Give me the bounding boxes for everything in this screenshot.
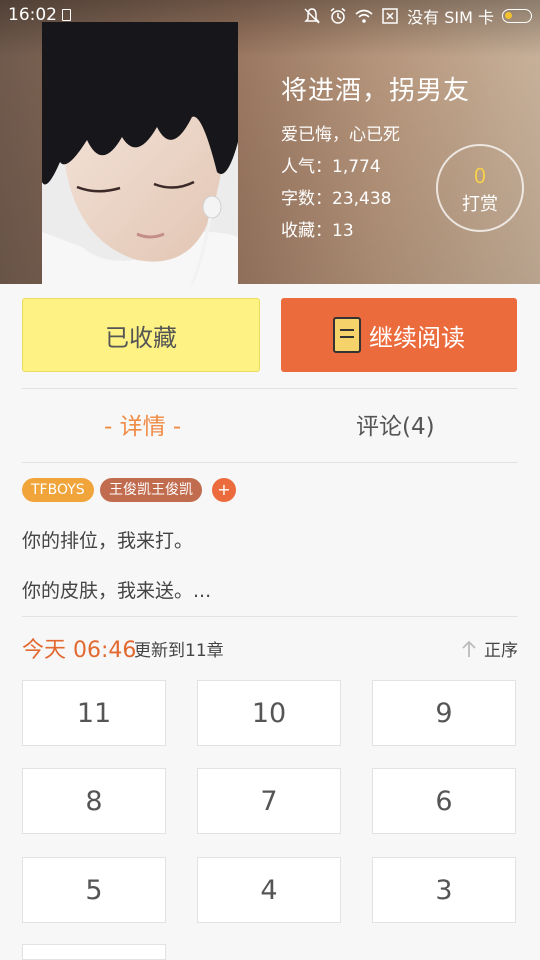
sort-toggle[interactable]: 正序 <box>460 636 518 661</box>
book-icon <box>333 317 361 353</box>
alarm-icon <box>330 7 346 24</box>
tag-chip[interactable]: 王俊凯王俊凯 <box>100 478 202 502</box>
mute-icon <box>304 8 320 24</box>
chapter-button[interactable]: 11 <box>22 680 166 746</box>
add-tag-button[interactable]: + <box>212 478 236 502</box>
chapter-button[interactable]: 5 <box>22 857 166 923</box>
book-info: 将进酒，拐男友 爱已悔，心已死 人气：1,774 字数：23,438 收藏：13 <box>281 70 470 247</box>
no-sim-icon <box>382 8 398 24</box>
reward-label: 打赏 <box>462 194 498 215</box>
reward-count: 0 <box>473 164 487 188</box>
description-line: 你的皮肤，我来送。... <box>22 580 212 602</box>
chapter-button[interactable]: 7 <box>197 768 341 834</box>
favorited-label: 已收藏 <box>105 323 177 352</box>
carrier-label: 没有 SIM 卡 <box>407 8 494 27</box>
divider <box>22 388 518 389</box>
chapter-button[interactable]: 8 <box>22 768 166 834</box>
continue-reading-button[interactable]: 继续阅读 <box>281 298 517 372</box>
chapter-button-partial[interactable] <box>22 944 166 960</box>
tag-chip[interactable]: TFBOYS <box>22 478 94 502</box>
chapter-button[interactable]: 6 <box>372 768 516 834</box>
favorited-button[interactable]: 已收藏 <box>22 298 260 372</box>
description-line: 你的排位，我来打。 <box>22 530 194 552</box>
wifi-icon <box>355 9 373 23</box>
tab-comments[interactable]: 评论(4) <box>356 404 435 450</box>
book-cover[interactable] <box>42 22 238 284</box>
tab-details[interactable]: - 详情 - <box>104 404 181 450</box>
divider <box>22 462 518 463</box>
cover-portrait <box>42 22 238 284</box>
continue-reading-label: 继续阅读 <box>369 323 465 352</box>
status-icons: 没有 SIM 卡 <box>303 4 532 28</box>
arrow-up-icon <box>462 640 476 657</box>
book-favorites: 收藏：13 <box>281 221 354 241</box>
update-time: 今天 06:46 <box>22 638 137 663</box>
chapter-button[interactable]: 3 <box>372 857 516 923</box>
chapter-button[interactable]: 9 <box>372 680 516 746</box>
notification-icon <box>62 9 71 21</box>
update-status: 更新到11章 <box>134 641 224 661</box>
chapter-button[interactable]: 10 <box>197 680 341 746</box>
chapter-button[interactable]: 4 <box>197 857 341 923</box>
reward-button[interactable]: 0 打赏 <box>436 144 524 232</box>
sort-label: 正序 <box>484 641 518 661</box>
status-bar: 16:02 没有 SIM 卡 <box>0 0 540 30</box>
status-time: 16:02 <box>8 5 57 25</box>
book-subtitle: 爱已悔，心已死 <box>281 125 400 145</box>
divider <box>22 616 518 617</box>
book-title: 将进酒，拐男友 <box>281 76 471 106</box>
battery-icon <box>502 9 532 23</box>
